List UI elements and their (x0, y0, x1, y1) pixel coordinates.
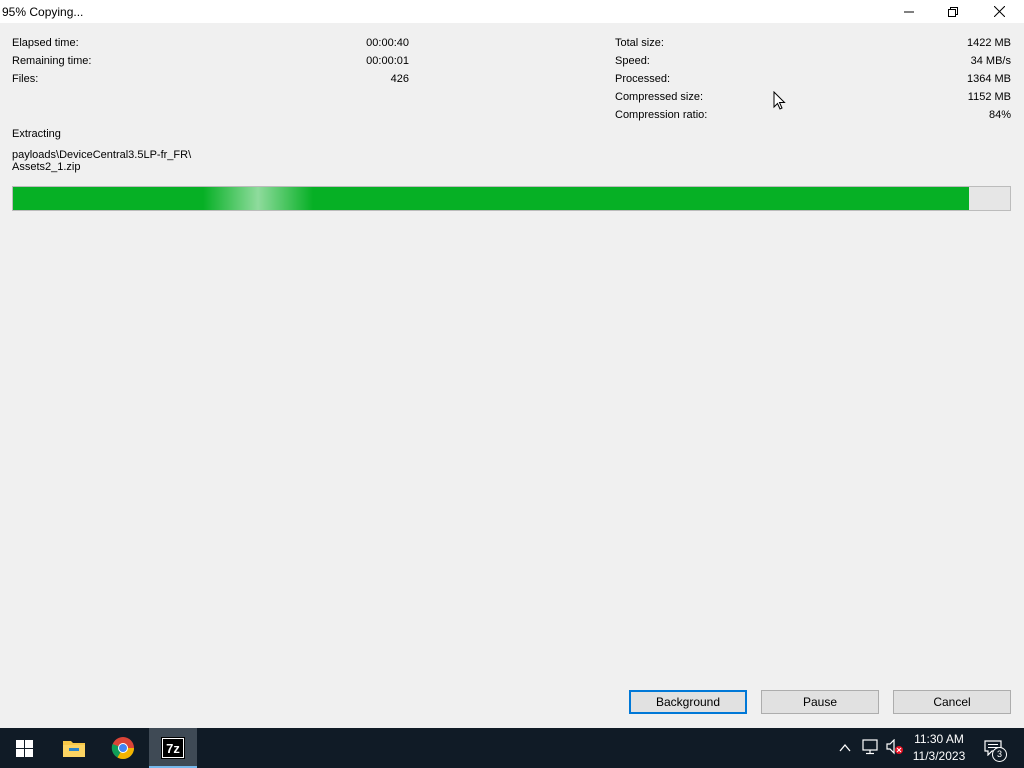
elapsed-time-value: 00:00:40 (366, 37, 409, 49)
show-hidden-icons-button[interactable] (839, 740, 851, 758)
taskbar-chrome[interactable] (99, 728, 147, 768)
svg-text:7z: 7z (166, 741, 180, 756)
processed-value: 1364 MB (966, 73, 1011, 85)
chevron-up-icon (839, 743, 851, 752)
window-title: 95% Copying... (2, 5, 84, 19)
title-bar[interactable]: 95% Copying... (0, 0, 1024, 23)
files-value: 426 (390, 73, 409, 85)
network-tray-button[interactable] (862, 739, 880, 760)
taskbar: 7z 11:30 AM 11/3/2023 3 (0, 728, 1024, 768)
copy-progress-window: 95% Copying... Elapsed time: 00:00:40 Re… (0, 0, 1024, 728)
files-label: Files: (12, 73, 39, 85)
clock-time: 11:30 AM (914, 732, 964, 746)
taskbar-7zip[interactable]: 7z (149, 728, 197, 768)
network-icon (862, 739, 878, 755)
mouse-cursor-icon (773, 91, 786, 110)
restore-icon (948, 6, 958, 17)
remaining-time-value: 00:00:01 (366, 55, 409, 67)
compressed-size-value: 1152 MB (967, 91, 1011, 103)
7zip-icon: 7z (161, 737, 185, 759)
windows-start-icon (15, 739, 33, 757)
cancel-button[interactable]: Cancel (893, 690, 1011, 714)
remaining-time-label: Remaining time: (12, 55, 92, 67)
total-size-label: Total size: (615, 37, 664, 49)
progress-bar (12, 186, 1011, 211)
elapsed-time-label: Elapsed time: (12, 37, 79, 49)
current-file-name: Assets2_1.zip (12, 161, 81, 173)
progress-fill (13, 187, 970, 210)
processed-label: Processed: (615, 73, 671, 85)
speed-value: 34 MB/s (970, 55, 1011, 67)
close-button[interactable] (976, 0, 1022, 23)
taskbar-file-explorer[interactable] (50, 728, 98, 768)
compression-ratio-value: 84% (988, 109, 1011, 121)
minimize-button[interactable] (886, 0, 932, 23)
volume-tray-button[interactable] (886, 738, 904, 760)
compressed-size-label: Compressed size: (615, 91, 704, 103)
progress-shine (203, 187, 313, 210)
current-file-path: payloads\DeviceCentral3.5LP-fr_FR\ (12, 149, 192, 161)
chrome-icon (111, 737, 134, 759)
minimize-icon (904, 11, 914, 12)
close-icon (993, 6, 1005, 17)
restore-button[interactable] (930, 0, 976, 23)
operation-label: Extracting (12, 128, 61, 140)
start-button[interactable] (0, 728, 48, 768)
background-button[interactable]: Background (629, 690, 747, 714)
speed-label: Speed: (615, 55, 650, 67)
total-size-value: 1422 MB (966, 37, 1011, 49)
pause-button[interactable]: Pause (761, 690, 879, 714)
notification-count-badge: 3 (992, 747, 1007, 762)
clock-button[interactable]: 11:30 AM 11/3/2023 (906, 728, 972, 768)
file-explorer-icon (63, 741, 85, 757)
clock-date: 11/3/2023 (912, 749, 966, 763)
compression-ratio-label: Compression ratio: (615, 109, 708, 121)
action-center-button[interactable]: 3 (982, 738, 1010, 762)
volume-muted-icon (886, 738, 903, 755)
